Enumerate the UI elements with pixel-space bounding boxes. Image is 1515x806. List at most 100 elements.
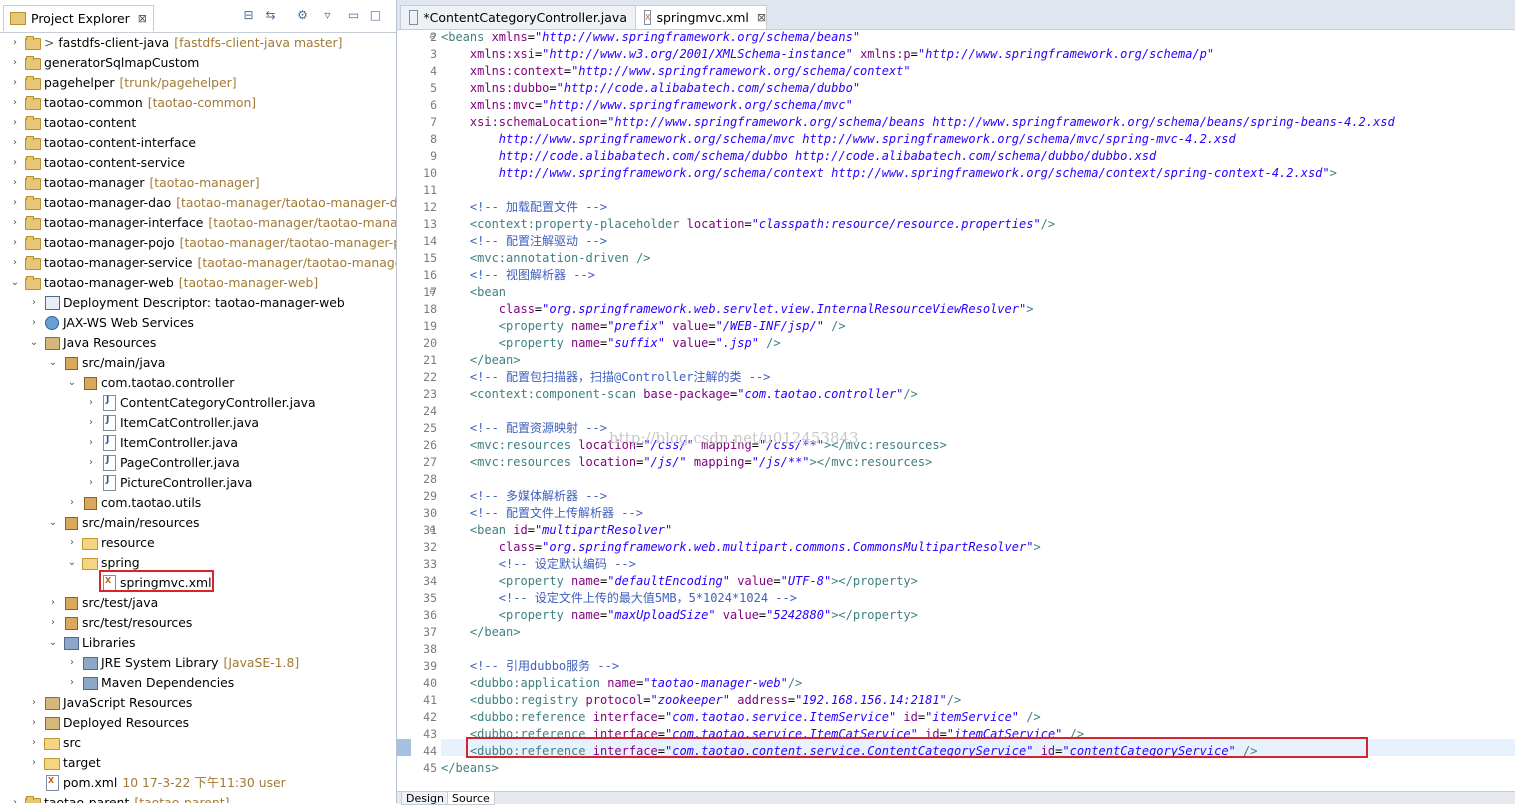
chevron-right-icon[interactable]: › (8, 57, 22, 68)
chevron-right-icon[interactable]: › (65, 657, 79, 668)
minimize-icon[interactable]: ▭ (346, 8, 361, 23)
chevron-right-icon[interactable]: › (27, 697, 41, 708)
chevron-right-icon[interactable]: › (27, 717, 41, 728)
tab-springmvc-xml[interactable]: X springmvc.xml ⊠ (635, 5, 767, 29)
maximize-icon[interactable]: □ (368, 8, 383, 23)
tree-item[interactable]: › PictureController.java (84, 472, 252, 492)
chevron-right-icon[interactable]: › (8, 97, 22, 108)
fold-toggle-icon[interactable]: ⊖ (429, 33, 437, 41)
tab-label: Project Explorer (31, 11, 130, 26)
tree-item[interactable]: › pagehelper [trunk/pagehelper] (8, 72, 237, 92)
tree-item[interactable]: › taotao-content-service (8, 152, 185, 172)
chevron-down-icon[interactable]: ⌄ (8, 277, 22, 288)
chevron-right-icon[interactable]: › (27, 317, 41, 328)
tab-design[interactable]: Design (401, 792, 449, 805)
chevron-right-icon[interactable]: › (84, 437, 98, 448)
chevron-down-icon[interactable]: ⌄ (65, 557, 79, 568)
filter-icon[interactable]: ⚙ (295, 8, 310, 23)
tree-item[interactable]: › Deployment Descriptor: taotao-manager-w… (27, 292, 345, 312)
tab-contentcategorycontroller[interactable]: *ContentCategoryController.java (400, 5, 636, 29)
tree-item[interactable]: › src/test/resources (46, 612, 192, 632)
chevron-right-icon[interactable]: › (27, 737, 41, 748)
chevron-right-icon[interactable]: › (8, 137, 22, 148)
tree-item[interactable]: › com.taotao.utils (65, 492, 201, 512)
tree-item[interactable]: › generatorSqlmapCustom (8, 52, 199, 72)
fold-toggle-icon[interactable]: ⊖ (429, 526, 437, 534)
chevron-down-icon[interactable]: ⌄ (46, 637, 60, 648)
chevron-down-icon[interactable]: ⌄ (27, 337, 41, 348)
chevron-down-icon[interactable]: ⌄ (46, 357, 60, 368)
tree-item[interactable]: › ContentCategoryController.java (84, 392, 316, 412)
tree-item[interactable]: ⌄ Libraries (46, 632, 136, 652)
fold-toggle-icon[interactable]: ⊖ (429, 288, 437, 296)
tree-item[interactable]: ⌄ com.taotao.controller (65, 372, 234, 392)
chevron-right-icon[interactable]: › (46, 597, 60, 608)
tree-item[interactable]: › taotao-common [taotao-common] (8, 92, 256, 112)
tree-item[interactable]: › JavaScript Resources (27, 692, 192, 712)
tree-item[interactable]: ⌄ Java Resources (27, 332, 156, 352)
code-token: /> (1019, 710, 1041, 724)
chevron-down-icon[interactable]: ⌄ (65, 377, 79, 388)
tree-item[interactable]: › > fastdfs-client-java [fastdfs-client-jav… (8, 32, 342, 52)
chevron-right-icon[interactable]: › (8, 197, 22, 208)
chevron-right-icon[interactable]: › (27, 297, 41, 308)
tree-item[interactable]: › ItemController.java (84, 432, 238, 452)
tree-item[interactable]: pom.xml 10 17-3-22 下午11:30 user (27, 772, 286, 792)
tree-item[interactable]: › taotao-parent [taotao-parent] (8, 792, 229, 803)
chevron-right-icon[interactable]: › (8, 77, 22, 88)
chevron-right-icon[interactable]: › (65, 537, 79, 548)
tree-item[interactable]: › taotao-content (8, 112, 136, 132)
chevron-right-icon[interactable]: › (84, 397, 98, 408)
tree-item[interactable]: › resource (65, 532, 155, 552)
tree-item[interactable]: › taotao-manager-interface [taotao-manager… (8, 212, 396, 232)
tree-item[interactable]: › src/test/java (46, 592, 158, 612)
tree-item[interactable]: › Maven Dependencies (65, 672, 234, 692)
tree-item[interactable]: › taotao-manager-dao [taotao-manager/taota… (8, 192, 396, 212)
tree-item[interactable]: ⌄ spring (65, 552, 140, 572)
chevron-right-icon[interactable]: › (8, 237, 22, 248)
chevron-right-icon[interactable]: › (65, 497, 79, 508)
chevron-right-icon[interactable]: › (8, 257, 22, 268)
code-token: "/js/**" (751, 455, 810, 469)
code-line: <context:property-placeholder location="… (441, 216, 1055, 233)
chevron-right-icon[interactable]: › (84, 417, 98, 428)
view-menu-icon[interactable]: ▿ (320, 8, 335, 23)
chevron-right-icon[interactable]: › (8, 797, 22, 804)
chevron-right-icon[interactable]: › (8, 37, 22, 48)
tree-item[interactable]: ⌄ src/main/resources (46, 512, 199, 532)
chevron-right-icon[interactable]: › (27, 757, 41, 768)
tab-source[interactable]: Source (447, 792, 495, 805)
tree-item[interactable]: › taotao-manager-pojo [taotao-manager/taot… (8, 232, 396, 252)
close-icon[interactable]: ⊠ (757, 11, 766, 24)
chevron-down-icon[interactable]: ⌄ (46, 517, 60, 528)
chevron-right-icon[interactable]: › (8, 117, 22, 128)
chevron-right-icon[interactable]: › (8, 157, 22, 168)
tree-item[interactable]: › taotao-content-interface (8, 132, 196, 152)
close-icon[interactable]: ⊠ (138, 12, 147, 25)
tree-item[interactable]: › ItemCatController.java (84, 412, 259, 432)
chevron-right-icon[interactable]: › (8, 217, 22, 228)
code-editor[interactable]: 2 ⊖ <beans xmlns="http://www.springframewo… (397, 28, 1515, 792)
code-token: http://www.springframework.org/schema/mv… (441, 132, 1236, 146)
chevron-right-icon[interactable]: › (46, 617, 60, 628)
chevron-right-icon[interactable]: › (84, 457, 98, 468)
tree-item[interactable]: › PageController.java (84, 452, 240, 472)
tree-item[interactable]: ⌄ taotao-manager-web [taotao-manager-web] (8, 272, 318, 292)
tree-item[interactable]: › taotao-manager [taotao-manager] (8, 172, 260, 192)
tree-item[interactable]: › target (27, 752, 101, 772)
tree-item[interactable]: › JRE System Library [JavaSE-1.8] (65, 652, 299, 672)
tree-item[interactable]: › taotao-manager-service [taotao-manager/t… (8, 252, 396, 272)
tree-item[interactable]: › Deployed Resources (27, 712, 189, 732)
code-line: class="org.springframework.web.multipart… (441, 539, 1041, 556)
chevron-right-icon[interactable]: › (8, 177, 22, 188)
link-with-editor-icon[interactable]: ⇆ (263, 8, 278, 23)
chevron-right-icon[interactable]: › (65, 677, 79, 688)
tree-item[interactable]: › src (27, 732, 81, 752)
collapse-all-icon[interactable]: ⊟ (241, 8, 256, 23)
chevron-right-icon[interactable]: › (84, 477, 98, 488)
tree-item[interactable]: ⌄ src/main/java (46, 352, 165, 372)
tree-item[interactable]: › JAX-WS Web Services (27, 312, 194, 332)
tab-project-explorer[interactable]: Project Explorer ⊠ (3, 5, 155, 31)
code-token: ></property> (831, 608, 918, 622)
